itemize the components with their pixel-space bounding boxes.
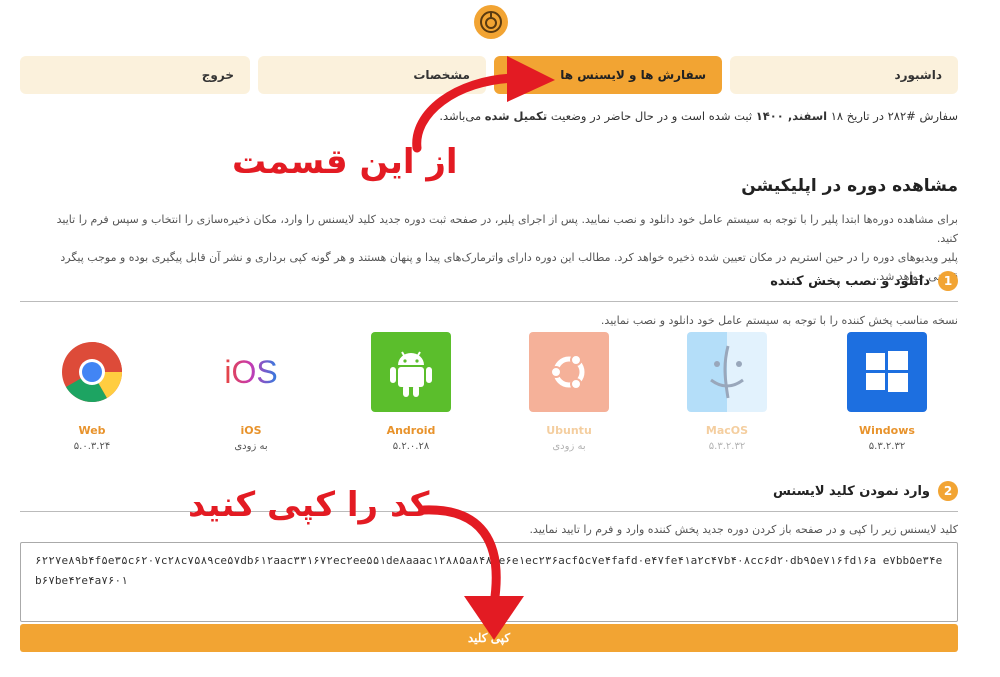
platform-name: iOS [240, 424, 262, 437]
step2-heading: 2 وارد نمودن کلید لایسنس [773, 481, 958, 501]
platform-android[interactable]: Android ۵.۲.۰.۲۸ [369, 332, 453, 452]
platform-name: Ubuntu [546, 424, 592, 437]
platform-ios[interactable]: iOS iOS به زودی [209, 332, 293, 452]
step1-hint: نسخه مناسب پخش کننده را با توجه به سیستم… [600, 314, 958, 327]
logo-icon [480, 11, 502, 33]
order-status-text: سفارش #۲۸۲ در تاریخ ۱۸ اسفند, ۱۴۰۰ ثبت ش… [439, 109, 958, 123]
finder-icon [687, 332, 767, 412]
ios-icon: iOS [211, 332, 291, 412]
divider [20, 301, 958, 302]
platform-version: ۵.۰.۳.۲۴ [73, 441, 111, 452]
platform-version: ۵.۲.۰.۲۸ [392, 441, 430, 452]
platform-version: ۵.۳.۲.۳۲ [708, 441, 746, 452]
platform-version: به زودی [552, 441, 586, 452]
step1-title: دانلود و نصب پخش کننده [770, 273, 930, 289]
step2-title: وارد نمودن کلید لایسنس [773, 483, 930, 499]
site-logo[interactable] [474, 5, 508, 39]
tab-label: سفارش ها و لایسنس ها [560, 68, 706, 82]
step-number-badge: 1 [938, 271, 958, 291]
tab-dashboard[interactable]: داشبورد [730, 56, 958, 94]
annotation-copy-code: کد را کپی کنید [188, 485, 430, 525]
platform-name: MacOS [705, 424, 749, 437]
platform-ubuntu: Ubuntu به زودی [527, 332, 611, 452]
platform-version: به زودی [234, 441, 268, 452]
annotation-arrow-down-icon [420, 505, 524, 640]
platform-name: Windows [859, 424, 915, 437]
platform-name: Android [386, 424, 436, 437]
platform-windows[interactable]: Windows ۵.۳.۲.۳۲ [845, 332, 929, 452]
tab-logout[interactable]: خروج [20, 56, 250, 94]
platform-macos: MacOS ۵.۳.۲.۳۲ [685, 332, 769, 452]
tab-label: داشبورد [894, 68, 942, 82]
order-date: اسفند, ۱۴۰۰ [755, 109, 828, 123]
android-icon [371, 332, 451, 412]
svg-text:iOS: iOS [224, 354, 277, 390]
platform-name: Web [78, 424, 106, 437]
windows-icon [847, 332, 927, 412]
annotation-arrow-up-icon [412, 56, 555, 153]
platform-version: ۵.۳.۲.۳۲ [868, 441, 906, 452]
ubuntu-icon [529, 332, 609, 412]
step-number-badge: 2 [938, 481, 958, 501]
description-line-1: برای مشاهده دوره‌ها ابتدا پلیر را با توج… [56, 213, 958, 245]
tab-label: خروج [201, 68, 234, 82]
platform-web[interactable]: Web ۵.۰.۳.۲۴ [50, 332, 134, 452]
section-title: مشاهده دوره در اپلیکیشن [741, 176, 958, 196]
step1-heading: 1 دانلود و نصب پخش کننده [770, 271, 958, 291]
chrome-icon [52, 332, 132, 412]
